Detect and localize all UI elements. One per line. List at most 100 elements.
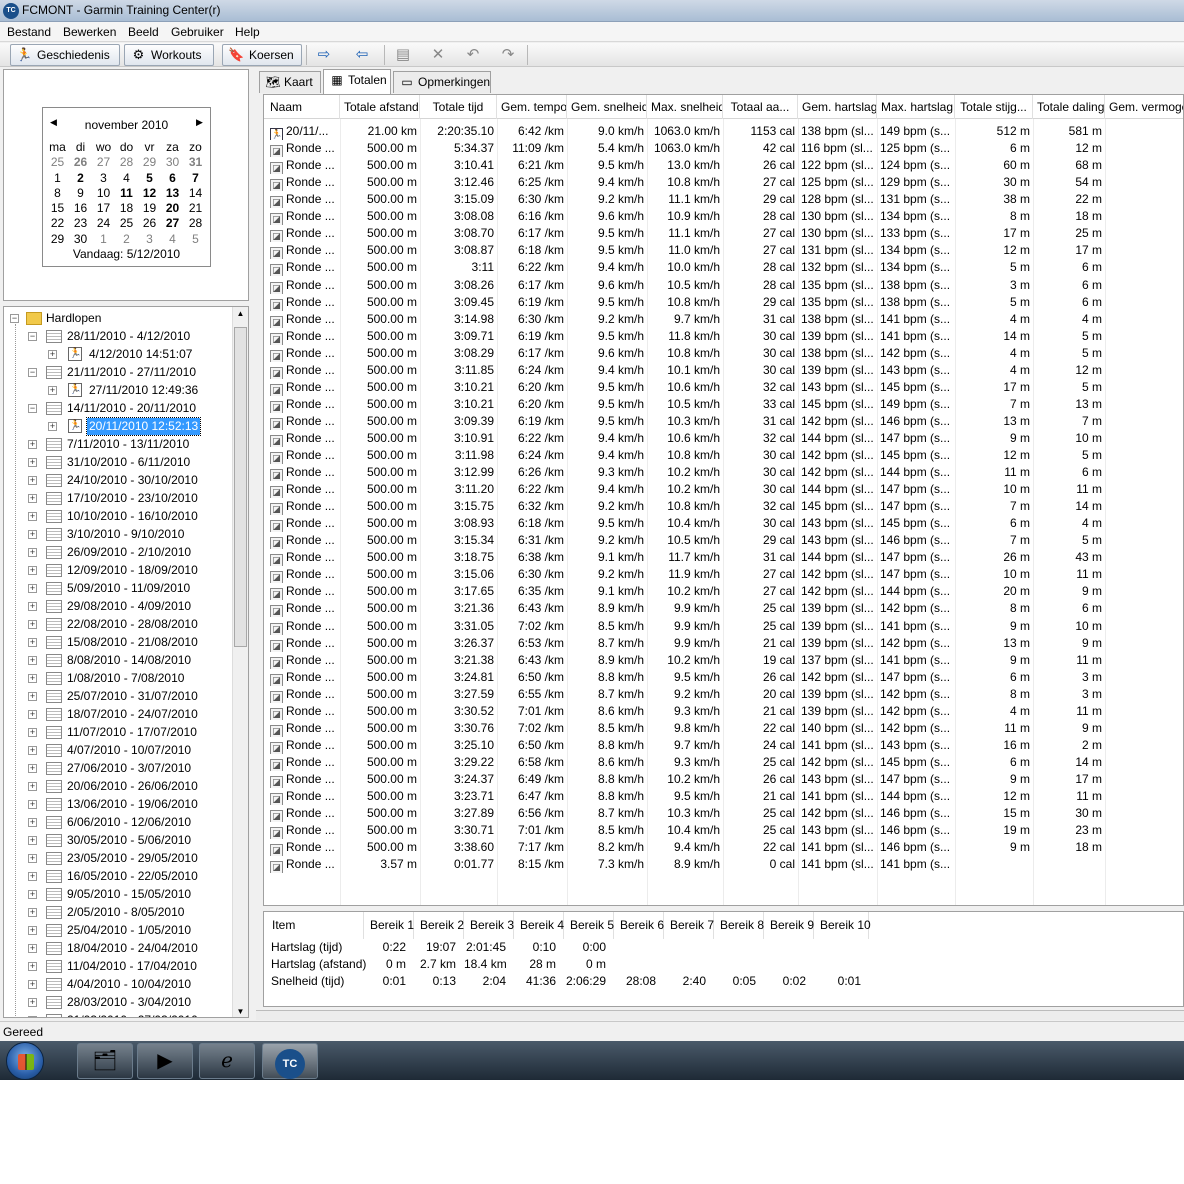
menu-gebruiker[interactable]: Gebruiker xyxy=(171,25,224,39)
tree-week-label[interactable]: 11/04/2010 - 17/04/2010 xyxy=(67,958,197,975)
table-row[interactable]: 🏃 20/11/... 21.00 km 2:20:35.10 6:42 /km 9.0 … xyxy=(264,123,1183,140)
expand-week-icon[interactable]: + xyxy=(28,476,37,485)
table-row[interactable]: ◪ Ronde ... 500.00 m 3:14.98 6:30 /km 9.2 km/… xyxy=(264,311,1183,328)
table-row[interactable]: ◪ Ronde ... 500.00 m 3:15.06 6:30 /km 9.2 km/… xyxy=(264,566,1183,584)
zones-column-header[interactable]: Bereik 6 xyxy=(614,912,664,939)
calendar-day[interactable]: 13 xyxy=(161,186,184,201)
menu-bestand[interactable]: Bestand xyxy=(7,25,51,39)
table-row[interactable]: ◪ Ronde ... 500.00 m 3:24.37 6:49 /km 8.8 km/… xyxy=(264,771,1183,788)
tree-week-label[interactable]: 27/06/2010 - 3/07/2010 xyxy=(67,760,191,777)
calendar-day[interactable]: 25 xyxy=(46,155,69,170)
training-center-taskbar-button[interactable]: TC xyxy=(262,1043,318,1079)
expand-week-icon[interactable]: + xyxy=(28,926,37,935)
calendar-day[interactable]: 19 xyxy=(138,201,161,216)
expand-week-icon[interactable]: + xyxy=(28,944,37,953)
expand-week-icon[interactable]: + xyxy=(28,980,37,989)
calendar-day[interactable]: 10 xyxy=(92,186,115,201)
collapse-week-icon[interactable]: − xyxy=(28,368,37,377)
tree-activity-label[interactable]: 27/11/2010 12:49:36 xyxy=(87,382,200,399)
zones-column-header[interactable]: Bereik 5 xyxy=(564,912,614,939)
table-row[interactable]: ◪ Ronde ... 500.00 m 3:30.52 7:01 /km 8.6 km/… xyxy=(264,703,1183,720)
table-row[interactable]: ◪ Ronde ... 500.00 m 3:27.89 6:56 /km 8.7 km/… xyxy=(264,805,1183,822)
zones-column-header[interactable]: Bereik 3 xyxy=(464,912,514,939)
title-bar[interactable]: TC FCMONT - Garmin Training Center(r) xyxy=(0,0,1184,22)
grid-column-header[interactable]: Totale afstand xyxy=(340,95,420,119)
tree-week-label[interactable]: 9/05/2010 - 15/05/2010 xyxy=(67,886,191,903)
table-row[interactable]: ◪ Ronde ... 500.00 m 3:11 6:22 /km 9.4 km/h 10… xyxy=(264,259,1183,277)
table-row[interactable]: ◪ Ronde ... 500.00 m 3:25.10 6:50 /km 8.8 km/… xyxy=(264,737,1183,754)
table-row[interactable]: ◪ Ronde ... 500.00 m 3:15.75 6:32 /km 9.2 km/… xyxy=(264,498,1183,516)
tree-week-label[interactable]: 8/08/2010 - 14/08/2010 xyxy=(67,652,191,669)
tree-week-label[interactable]: 1/08/2010 - 7/08/2010 xyxy=(67,670,184,687)
expand-activity-icon[interactable]: + xyxy=(48,422,57,431)
scroll-thumb[interactable] xyxy=(234,327,247,647)
tree-week-label[interactable]: 22/08/2010 - 28/08/2010 xyxy=(67,616,198,633)
table-row[interactable]: ◪ Ronde ... 500.00 m 3:11.85 6:24 /km 9.4 km/… xyxy=(264,362,1183,379)
tree-root-label[interactable]: Hardlopen xyxy=(46,310,101,327)
table-row[interactable]: ◪ Ronde ... 500.00 m 3:10.21 6:20 /km 9.5 km/… xyxy=(264,379,1183,396)
calendar-day[interactable]: 24 xyxy=(92,216,115,231)
expand-week-icon[interactable]: + xyxy=(28,1016,37,1017)
calendar-day[interactable]: 12 xyxy=(138,186,161,201)
table-row[interactable]: ◪ Ronde ... 500.00 m 5:34.37 11:09 /km 5.4 km… xyxy=(264,140,1183,157)
table-row[interactable]: ◪ Ronde ... 500.00 m 3:17.65 6:35 /km 9.1 km/… xyxy=(264,583,1183,601)
copy-icon[interactable]: ▤ xyxy=(393,46,413,64)
zones-column-header[interactable]: Bereik 4 xyxy=(514,912,564,939)
table-row[interactable]: ◪ Ronde ... 500.00 m 3:30.71 7:01 /km 8.5 km/… xyxy=(264,822,1183,840)
calendar-day[interactable]: 26 xyxy=(69,155,92,170)
tree-week-label[interactable]: 30/05/2010 - 5/06/2010 xyxy=(67,832,191,849)
expand-activity-icon[interactable]: + xyxy=(48,350,57,359)
zones-column-header[interactable]: Bereik 7 xyxy=(664,912,714,939)
menu-beeld[interactable]: Beeld xyxy=(128,25,159,39)
calendar-day[interactable]: 22 xyxy=(46,216,69,231)
expand-week-icon[interactable]: + xyxy=(28,674,37,683)
zones-column-header[interactable]: Bereik 2 xyxy=(414,912,464,939)
grid-column-header[interactable]: Totale tijd xyxy=(420,95,497,119)
tree-week-label[interactable]: 21/03/2010 - 27/03/2010 xyxy=(67,1012,198,1017)
media-player-taskbar-icon[interactable]: ▶ xyxy=(137,1043,193,1079)
menu-bewerken[interactable]: Bewerken xyxy=(63,25,116,39)
expand-week-icon[interactable]: + xyxy=(28,602,37,611)
start-button[interactable] xyxy=(6,1042,44,1080)
expand-week-icon[interactable]: + xyxy=(28,836,37,845)
calendar-day[interactable]: 1 xyxy=(92,232,115,247)
today-label[interactable]: Vandaag: 5/12/2010 xyxy=(43,247,210,261)
calendar-day[interactable]: 5 xyxy=(184,232,207,247)
table-row[interactable]: ◪ Ronde ... 500.00 m 3:10.21 6:20 /km 9.5 km/… xyxy=(264,396,1183,413)
table-row[interactable]: ◪ Ronde ... 500.00 m 3:09.45 6:19 /km 9.5 km/… xyxy=(264,294,1183,311)
zones-column-header[interactable]: Bereik 9 xyxy=(764,912,814,939)
expand-week-icon[interactable]: + xyxy=(28,962,37,971)
redo-icon[interactable]: ↷ xyxy=(498,46,518,64)
calendar-day[interactable]: 5 xyxy=(138,171,161,186)
tree-week-label[interactable]: 13/06/2010 - 19/06/2010 xyxy=(67,796,198,813)
table-row[interactable]: ◪ Ronde ... 500.00 m 3:27.59 6:55 /km 8.7 km/… xyxy=(264,686,1183,703)
calendar-day[interactable]: 11 xyxy=(115,186,138,201)
explorer-taskbar-icon[interactable]: 🗂 xyxy=(77,1043,133,1079)
calendar-day[interactable]: 14 xyxy=(184,186,207,201)
grid-column-header[interactable]: Totaal aa... xyxy=(723,95,798,119)
expand-week-icon[interactable]: + xyxy=(28,584,37,593)
calendar-day[interactable]: 25 xyxy=(115,216,138,231)
calendar-day[interactable]: 15 xyxy=(46,201,69,216)
table-row[interactable]: ◪ Ronde ... 500.00 m 3:12.99 6:26 /km 9.3 km/… xyxy=(264,464,1183,481)
tree-week-label[interactable]: 11/07/2010 - 17/07/2010 xyxy=(67,724,197,741)
calendar-day[interactable]: 2 xyxy=(115,232,138,247)
tree-week-label[interactable]: 16/05/2010 - 22/05/2010 xyxy=(67,868,198,885)
tree-week-label[interactable]: 14/11/2010 - 20/11/2010 xyxy=(67,400,196,417)
table-row[interactable]: ◪ Ronde ... 500.00 m 3:31.05 7:02 /km 8.5 km/… xyxy=(264,618,1183,635)
calendar-day[interactable]: 29 xyxy=(46,232,69,247)
tree-week-label[interactable]: 4/07/2010 - 10/07/2010 xyxy=(67,742,191,759)
tree-week-label[interactable]: 29/08/2010 - 4/09/2010 xyxy=(67,598,191,615)
tree-week-label[interactable]: 26/09/2010 - 2/10/2010 xyxy=(67,544,191,561)
table-row[interactable]: ◪ Ronde ... 500.00 m 3:29.22 6:58 /km 8.6 km/… xyxy=(264,754,1183,771)
table-row[interactable]: ◪ Ronde ... 500.00 m 3:38.60 7:17 /km 8.2 km/… xyxy=(264,839,1183,857)
calendar-day[interactable]: 3 xyxy=(92,171,115,186)
grid-column-header[interactable]: Totale daling xyxy=(1033,95,1105,119)
expand-week-icon[interactable]: + xyxy=(28,764,37,773)
tree-week-label[interactable]: 25/07/2010 - 31/07/2010 xyxy=(67,688,198,705)
tree-week-label[interactable]: 3/10/2010 - 9/10/2010 xyxy=(67,526,184,543)
grid-column-header[interactable]: Totale stijg... xyxy=(955,95,1033,119)
table-row[interactable]: ◪ Ronde ... 500.00 m 3:08.29 6:17 /km 9.6 km/… xyxy=(264,345,1183,362)
tree-week-label[interactable]: 2/05/2010 - 8/05/2010 xyxy=(67,904,184,921)
table-row[interactable]: ◪ Ronde ... 500.00 m 3:23.71 6:47 /km 8.8 km/… xyxy=(264,788,1183,805)
